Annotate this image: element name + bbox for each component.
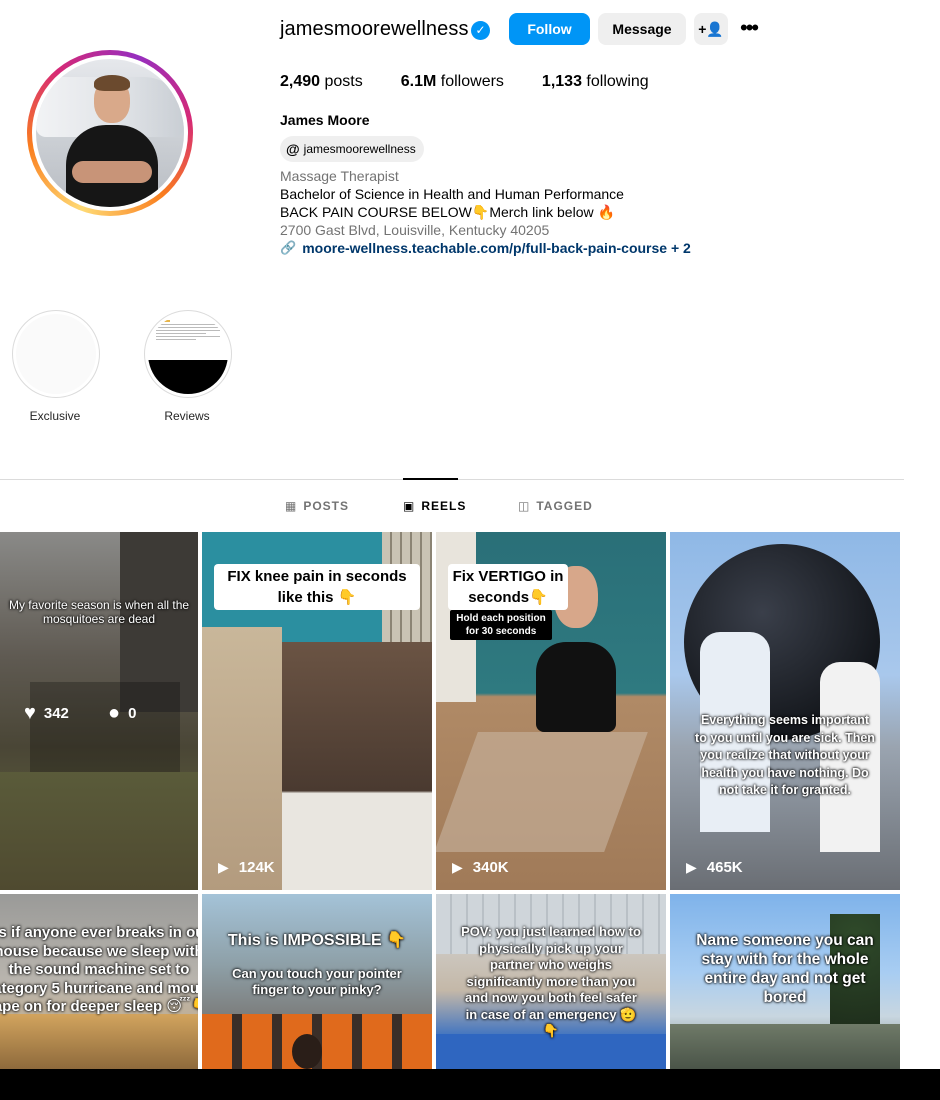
reel-bg-lamp-light [0,1014,198,1069]
profile-full-name: James Moore [280,112,370,128]
avatar-ring-gap [32,55,188,211]
bio-line: Bachelor of Science in Health and Human … [280,186,624,202]
reel-caption: My favorite season is when all the mosqu… [8,598,190,626]
reel-views: ▶ 124K [218,859,275,876]
suggested-users-button[interactable]: +👤 [694,13,728,45]
add-user-icon: +👤 [698,21,724,37]
tagged-icon: ◫ [518,499,531,513]
reel-caption: POV: you just learned how to physically … [461,924,641,1038]
comment-icon: ● [108,702,121,724]
grid-icon: ▦ [285,499,298,513]
reel-caption: Name someone you can stay with for the w… [696,932,874,1006]
tab-tagged[interactable]: ◫ TAGGED [518,499,593,513]
tab-label: TAGGED [536,499,593,513]
message-button[interactable]: Message [598,13,686,45]
tab-label: POSTS [303,499,350,513]
comment-count: 0 [128,705,137,722]
followers-count-label: followers [440,73,504,90]
followers-count[interactable]: 6.1M followers [401,73,504,91]
profile-username: jamesmoorewellness [280,18,469,40]
reel-subcaption: Hold each position for 30 seconds [450,610,552,640]
profile-stats: 2,490 posts 6.1M followers 1,133 followi… [280,73,687,91]
reel-caption: Us if anyone ever breaks in our house be… [0,924,198,1015]
threads-badge[interactable]: @ jamesmoorewellness [280,136,424,162]
reel-bg-person [536,642,616,732]
reel-tile[interactable]: Name someone you can stay with for the w… [670,894,900,1069]
view-count: 340K [472,859,509,876]
posts-count-label: posts [324,73,363,90]
reel-bg-glasses [292,1034,322,1069]
profile-external-link[interactable]: 🔗 moore-wellness.teachable.com/p/full-ba… [280,239,691,257]
reel-bg-rug [436,732,648,852]
reel-caption: This is IMPOSSIBLE 👇 [227,932,407,949]
profile-avatar[interactable] [27,50,193,216]
tab-reels[interactable]: ▣ REELS [403,499,466,513]
follow-button[interactable]: Follow [509,13,590,45]
avatar-photo [36,59,184,207]
reel-like-count: ♥ 342 [24,702,69,725]
reel-bg-leg [202,627,282,890]
play-icon: ▶ [218,859,229,875]
reel-caption: FIX knee pain in seconds like this 👇 [214,564,420,610]
highlight-review-dark-area [148,360,228,394]
avatar-figure-hair [94,75,130,91]
highlight-cover [148,314,228,394]
highlight-label: Reviews [164,409,210,423]
reel-subcaption: Can you touch your pointer finger to you… [232,966,402,997]
reel-tile[interactable]: Everything seems important to you until … [670,532,900,890]
play-icon: ▶ [452,859,463,875]
heart-icon: ♥ [24,702,36,724]
threads-icon: @ [286,141,300,157]
reel-hover-overlay [30,682,180,772]
highlight-exclusive[interactable] [12,310,100,398]
avatar-figure-arms [72,161,152,183]
profile-address[interactable]: 2700 Gast Blvd, Louisville, Kentucky 402… [280,221,549,239]
followers-count-value: 6.1M [400,73,437,90]
posts-count-value: 2,490 [280,73,321,90]
link-icon: 🔗 [280,240,297,255]
highlight-reviews[interactable] [144,310,232,398]
view-count: 124K [238,859,275,876]
highlight-cover [16,314,96,394]
reel-bg-ground [0,772,198,890]
reel-tile[interactable]: POV: you just learned how to physically … [436,894,666,1069]
reel-tile[interactable]: FIX knee pain in seconds like this 👇 ▶ 1… [202,532,432,890]
reel-tile[interactable]: My favorite season is when all the mosqu… [0,532,198,890]
play-icon: ▶ [686,859,697,875]
reel-views: ▶ 340K [452,859,509,876]
more-options-icon[interactable]: ••• [740,14,764,44]
following-count[interactable]: 1,133 following [542,73,649,91]
reel-views: ▶ 465K [686,859,743,876]
following-count-label: following [586,73,649,90]
reels-icon: ▣ [403,499,416,513]
profile-category: Massage Therapist [280,168,399,184]
threads-handle: jamesmoorewellness [303,142,416,156]
verified-badge-icon: ✓ [471,21,490,40]
view-count: 465K [706,859,743,876]
tab-posts[interactable]: ▦ POSTS [285,499,349,513]
bottom-black-bar [0,1069,940,1100]
reel-bg-path [670,1024,900,1069]
active-tab-indicator [403,478,458,480]
reel-caption: Everything seems important to you until … [695,713,875,797]
reel-bg-table [282,642,432,890]
profile-link-text: moore-wellness.teachable.com/p/full-back… [302,240,691,256]
reel-comment-count: ● 0 [108,702,136,725]
reel-tile[interactable]: Us if anyone ever breaks in our house be… [0,894,198,1069]
like-count: 342 [43,705,69,722]
tab-label: REELS [421,499,467,513]
bio-line: BACK PAIN COURSE BELOW👇Merch link below … [280,204,615,220]
highlight-review-preview [156,320,220,340]
posts-count: 2,490 posts [280,73,363,91]
reel-tile[interactable]: Fix VERTIGO in seconds👇 Hold each positi… [436,532,666,890]
reel-caption: Fix VERTIGO in seconds👇 [448,564,568,610]
reel-tile[interactable]: This is IMPOSSIBLE 👇 Can you touch your … [202,894,432,1069]
highlight-label: Exclusive [29,409,81,423]
following-count-value: 1,133 [541,73,582,90]
